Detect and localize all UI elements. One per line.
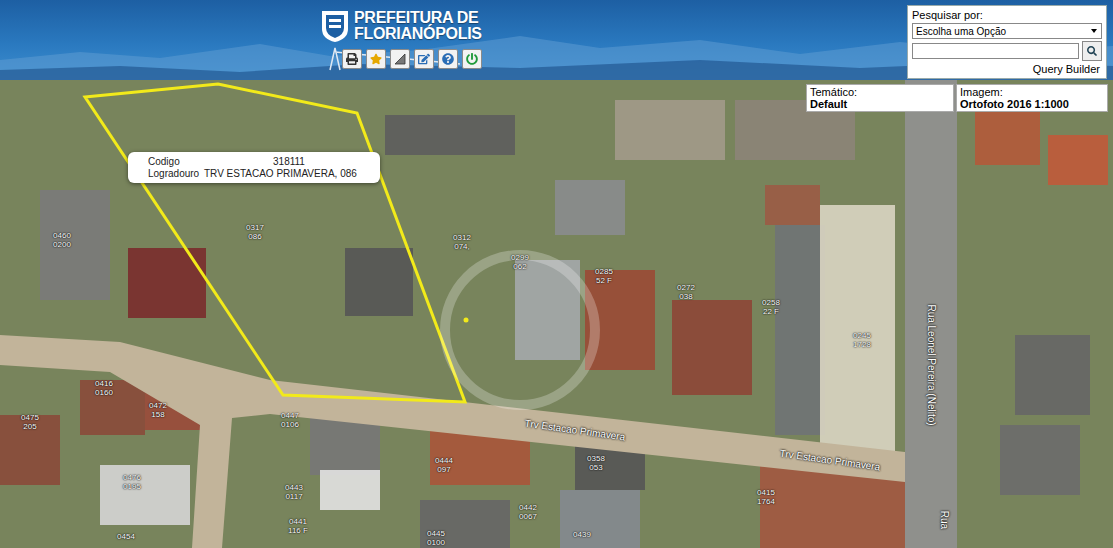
search-button[interactable] — [1082, 41, 1102, 61]
tooltip-value: 318111 — [204, 156, 374, 167]
parcel-label[interactable]: 04450100 — [427, 529, 445, 547]
selected-parcel-outline — [85, 84, 465, 402]
header-banner: PREFEITURA DEFLORIANÓPOLIS Pesquisar por:… — [0, 0, 1113, 80]
parcel-label[interactable]: 025822 F — [762, 298, 780, 316]
edit-button[interactable] — [414, 49, 434, 69]
parcel-label[interactable]: 02451728 — [853, 331, 871, 349]
parcel-label[interactable]: 04430117 — [285, 483, 303, 501]
print-button[interactable] — [342, 49, 362, 69]
info-box: Imagem:Ortofoto 2016 1:1000 — [956, 84, 1108, 112]
coat-of-arms-icon — [320, 9, 350, 43]
parcel-label[interactable]: 04151764 — [757, 488, 775, 506]
star-icon — [370, 53, 382, 65]
street-label: Rua — [939, 511, 950, 529]
parcel-label[interactable]: 0454 — [117, 532, 135, 541]
parcel-label[interactable]: 0472158 — [149, 401, 167, 419]
dropdown-arrow-icon — [1091, 29, 1097, 33]
magnifier-icon — [1087, 46, 1097, 56]
parcel-label[interactable]: 0299062 — [511, 253, 529, 271]
parcel-label[interactable]: 0272038 — [677, 283, 695, 301]
edit-icon — [418, 53, 430, 65]
map-info: Temático:DefaultImagem:Ortofoto 2016 1:1… — [806, 84, 1108, 112]
parcel-label[interactable]: 04760195 — [123, 473, 141, 491]
street-label: Rua Leonel Pereira (Nelito) — [926, 304, 937, 425]
parcel-label[interactable]: 0475205 — [21, 413, 39, 431]
parcel-label[interactable]: 0312074, — [453, 233, 471, 251]
ruler-icon — [394, 53, 406, 65]
toolbar — [342, 49, 482, 69]
tooltip-key: Codigo — [134, 156, 204, 167]
map[interactable]: 04600200 0317086 0312074, 0299062 028552 F 02… — [0, 80, 1113, 548]
logout-button[interactable] — [462, 49, 482, 69]
power-icon — [466, 53, 478, 65]
logo-text: PREFEITURA DEFLORIANÓPOLIS — [354, 10, 482, 42]
parcel-label[interactable]: 0444097 — [435, 456, 453, 474]
parcel-label[interactable]: 04420067 — [519, 503, 537, 521]
measure-button[interactable] — [390, 49, 410, 69]
map-drawing — [0, 80, 1113, 548]
tooltip-value: TRV ESTACAO PRIMAVERA, 086 — [204, 168, 374, 179]
printer-icon — [346, 53, 358, 65]
search-input[interactable] — [912, 43, 1079, 59]
help-icon — [442, 53, 454, 65]
parcel-label[interactable]: 0317086 — [246, 223, 264, 241]
search-label: Pesquisar por: — [912, 9, 1102, 21]
tooltip-key: Logradouro — [134, 168, 204, 179]
parcel-label[interactable]: 04600200 — [53, 231, 71, 249]
search-panel: Pesquisar por: Escolha uma Opção Query Bui… — [907, 5, 1107, 79]
header-center: PREFEITURA DEFLORIANÓPOLIS — [320, 0, 482, 69]
parcel-label[interactable]: 028552 F — [595, 267, 613, 285]
favorite-button[interactable] — [366, 49, 386, 69]
search-select[interactable]: Escolha uma Opção — [912, 23, 1102, 39]
search-row — [912, 41, 1102, 61]
query-builder-link[interactable]: Query Builder — [912, 63, 1102, 75]
parcel-label[interactable]: 0439 — [573, 530, 591, 539]
parcel-tooltip: Codigo318111LogradouroTRV ESTACAO PRIMAV… — [128, 152, 380, 183]
parcel-label[interactable]: 0441116 F — [288, 517, 308, 535]
gis-viewer: PREFEITURA DEFLORIANÓPOLIS Pesquisar por:… — [0, 0, 1113, 548]
info-box: Temático:Default — [806, 84, 954, 112]
parcel-label[interactable]: 04470106 — [281, 411, 299, 429]
parcel-label[interactable]: 04160160 — [95, 379, 113, 397]
parcel-label[interactable]: 0358053 — [587, 454, 605, 472]
logo: PREFEITURA DEFLORIANÓPOLIS — [320, 9, 482, 43]
help-button[interactable] — [438, 49, 458, 69]
